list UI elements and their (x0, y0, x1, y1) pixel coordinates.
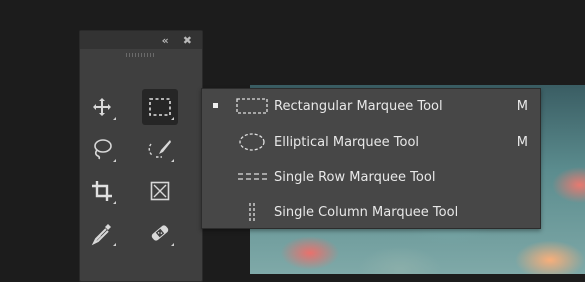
panel-drag-grip[interactable] (80, 49, 202, 61)
menu-item-label: Elliptical Marquee Tool (274, 134, 420, 150)
close-panel-button[interactable]: ✖ (183, 34, 192, 47)
menu-item-label: Single Column Marquee Tool (274, 204, 459, 220)
menu-item-shortcut: M (516, 134, 528, 150)
frame-tool-button[interactable] (142, 173, 178, 209)
panel-header: « ✖ (80, 31, 202, 49)
menu-item-single-column-marquee[interactable]: Single Column Marquee Tool (202, 199, 540, 225)
crop-tool-icon (92, 181, 112, 201)
crop-tool-button[interactable] (84, 173, 120, 209)
quick-selection-tool-button[interactable] (142, 131, 178, 167)
rectangular-marquee-tool-button[interactable] (142, 89, 178, 125)
move-tool-icon (93, 98, 111, 116)
move-tool-button[interactable] (84, 89, 120, 125)
spot-healing-brush-tool-button[interactable] (142, 215, 178, 251)
selected-indicator (213, 103, 218, 108)
menu-item-rectangular-marquee[interactable]: Rectangular Marquee Tool M (202, 93, 540, 119)
rectangular-marquee-icon (236, 98, 268, 114)
lasso-tool-button[interactable] (84, 131, 120, 167)
eyedropper-tool-button[interactable] (84, 215, 120, 251)
marquee-tools-flyout-menu: Rectangular Marquee Tool M Elliptical Ma… (201, 88, 541, 229)
tools-panel: « ✖ (79, 30, 203, 282)
collapse-panel-button[interactable]: « (162, 34, 169, 47)
rectangular-marquee-tool-icon (149, 98, 171, 116)
menu-item-shortcut: M (516, 98, 528, 114)
spot-healing-brush-tool-icon (151, 225, 169, 241)
menu-item-elliptical-marquee[interactable]: Elliptical Marquee Tool M (202, 129, 540, 155)
single-row-marquee-icon (238, 173, 268, 180)
menu-item-single-row-marquee[interactable]: Single Row Marquee Tool (202, 164, 540, 190)
quick-selection-tool-icon (148, 140, 171, 158)
single-column-marquee-icon (249, 203, 255, 223)
menu-item-label: Rectangular Marquee Tool (274, 98, 443, 114)
menu-item-label: Single Row Marquee Tool (274, 169, 436, 185)
lasso-tool-icon (94, 139, 112, 160)
frame-tool-icon (150, 181, 170, 201)
elliptical-marquee-icon (239, 133, 265, 151)
eyedropper-tool-icon (91, 224, 111, 246)
